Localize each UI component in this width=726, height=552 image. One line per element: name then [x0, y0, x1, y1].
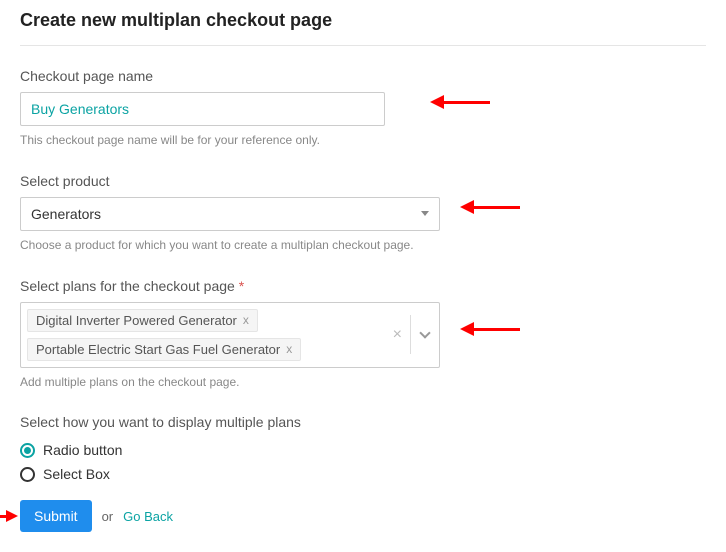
chip-remove-icon[interactable]: x: [286, 342, 292, 356]
plan-chip-label: Portable Electric Start Gas Fuel Generat…: [36, 342, 280, 357]
display-option-select-box[interactable]: Select Box: [20, 466, 706, 482]
product-select-value: Generators: [31, 206, 421, 222]
product-label: Select product: [20, 173, 706, 189]
radio-icon: [20, 467, 35, 482]
divider: [20, 45, 706, 46]
plans-label: Select plans for the checkout page *: [20, 278, 706, 294]
plans-section: Select plans for the checkout page * Dig…: [20, 278, 706, 391]
product-section: Select product Generators Choose a produ…: [20, 173, 706, 254]
plans-chips-area: Digital Inverter Powered Generator x Por…: [21, 303, 384, 367]
radio-icon: [20, 443, 35, 458]
plans-label-text: Select plans for the checkout page: [20, 278, 235, 294]
product-select[interactable]: Generators: [20, 197, 440, 231]
product-helper: Choose a product for which you want to c…: [20, 237, 440, 254]
plans-dropdown-toggle[interactable]: [411, 332, 439, 337]
checkout-name-section: Checkout page name This checkout page na…: [20, 68, 706, 149]
chevron-down-icon: [421, 211, 429, 216]
go-back-link[interactable]: Go Back: [123, 509, 173, 524]
submit-button[interactable]: Submit: [20, 500, 92, 532]
display-option-radio-button[interactable]: Radio button: [20, 442, 706, 458]
actions-row: Submit or Go Back: [20, 500, 706, 532]
annotation-arrow-icon: [0, 510, 18, 522]
plans-helper: Add multiple plans on the checkout page.: [20, 374, 440, 391]
chevron-down-icon: [419, 327, 430, 338]
checkout-name-label: Checkout page name: [20, 68, 706, 84]
annotation-arrow-icon: [430, 95, 490, 109]
plan-chip-label: Digital Inverter Powered Generator: [36, 313, 237, 328]
display-section: Select how you want to display multiple …: [20, 414, 706, 482]
display-label: Select how you want to display multiple …: [20, 414, 706, 430]
plan-chip: Portable Electric Start Gas Fuel Generat…: [27, 338, 301, 361]
checkout-name-input[interactable]: [20, 92, 385, 126]
radio-label: Select Box: [43, 466, 110, 482]
radio-label: Radio button: [43, 442, 122, 458]
plans-multiselect[interactable]: Digital Inverter Powered Generator x Por…: [20, 302, 440, 368]
page-title: Create new multiplan checkout page: [20, 10, 706, 31]
checkout-name-helper: This checkout page name will be for your…: [20, 132, 440, 149]
chip-remove-icon[interactable]: x: [243, 313, 249, 327]
annotation-arrow-icon: [460, 322, 520, 336]
plan-chip: Digital Inverter Powered Generator x: [27, 309, 258, 332]
required-mark: *: [239, 278, 244, 294]
clear-all-icon[interactable]: ×: [385, 315, 411, 353]
annotation-arrow-icon: [460, 200, 520, 214]
plans-controls: ×: [384, 303, 439, 367]
or-text: or: [102, 509, 114, 524]
